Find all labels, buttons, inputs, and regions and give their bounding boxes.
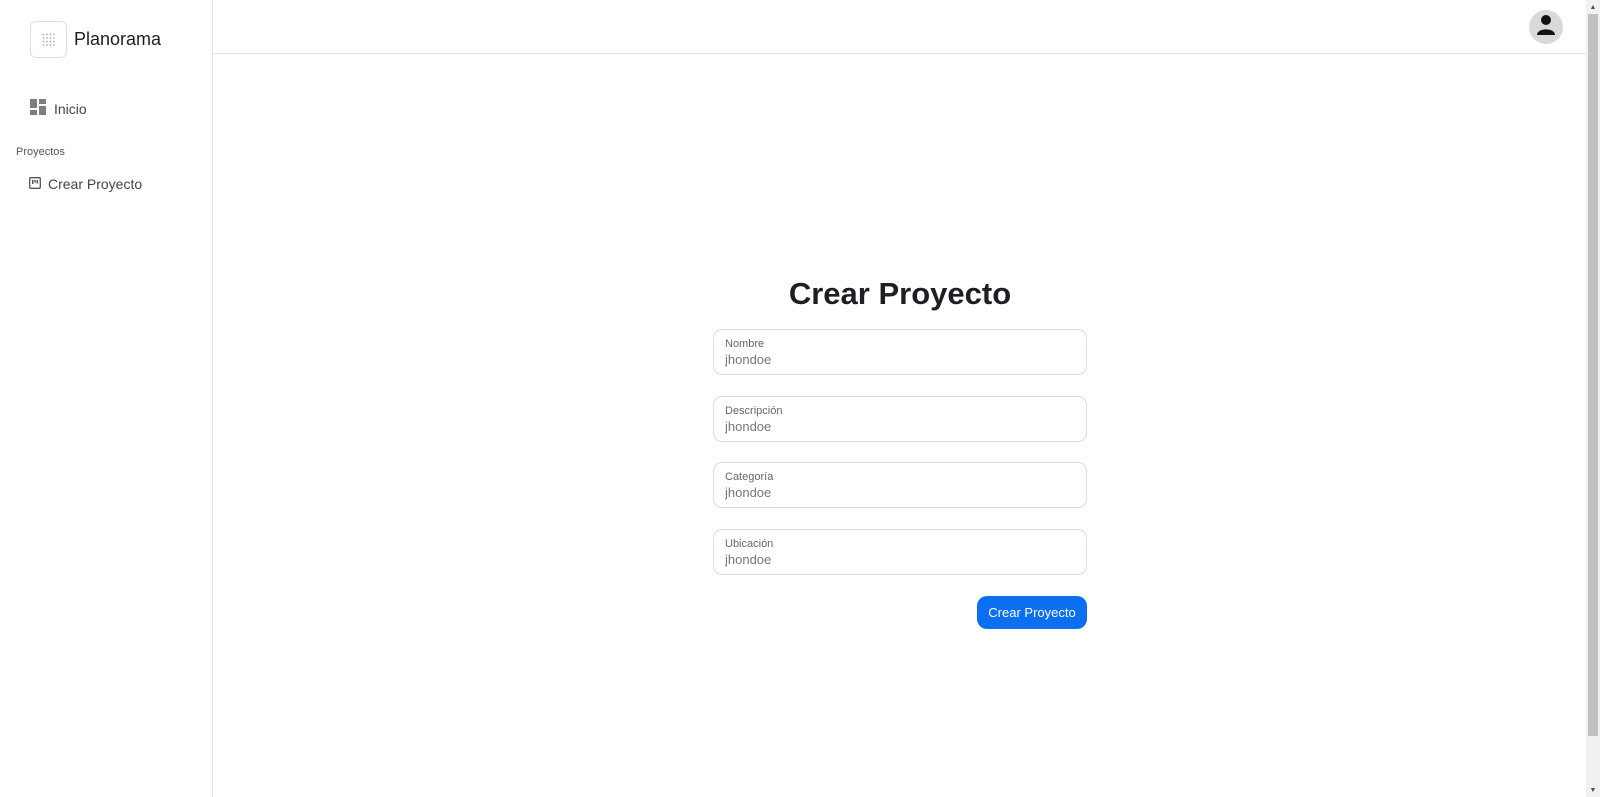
ubicacion-field[interactable]: Ubicación	[713, 529, 1087, 575]
top-bar	[213, 0, 1586, 54]
sidebar-item-crear-proyecto[interactable]: Crear Proyecto	[29, 176, 142, 192]
user-avatar[interactable]	[1529, 10, 1563, 44]
field-label: Ubicación	[725, 538, 774, 550]
field-label: Nombre	[725, 338, 765, 350]
categoria-field[interactable]: Categoría	[713, 462, 1087, 508]
field-label: Descripción	[725, 405, 783, 417]
sidebar: Planorama Inicio Proyectos Crear Proyect…	[0, 0, 213, 797]
page-scrollbar[interactable]: ▲ ▼	[1586, 0, 1600, 797]
descripcion-field[interactable]: Descripción	[713, 396, 1087, 442]
scrollbar-thumb[interactable]	[1588, 14, 1598, 736]
dashboard-icon	[30, 99, 46, 118]
scroll-down-arrow-icon[interactable]: ▼	[1586, 783, 1600, 797]
page-title: Crear Proyecto	[788, 276, 1012, 311]
sidebar-section-proyectos: Proyectos	[16, 146, 65, 158]
ubicacion-input[interactable]	[725, 552, 1075, 567]
brand[interactable]: Planorama	[30, 21, 161, 58]
nombre-field[interactable]: Nombre	[713, 329, 1087, 375]
categoria-input[interactable]	[725, 485, 1075, 500]
nombre-input[interactable]	[725, 352, 1075, 367]
crear-proyecto-button[interactable]: Crear Proyecto	[977, 596, 1087, 629]
sidebar-item-label: Inicio	[54, 100, 87, 117]
user-icon	[1536, 14, 1556, 41]
app-name: Planorama	[74, 29, 162, 49]
sidebar-item-inicio[interactable]: Inicio	[30, 99, 87, 118]
field-label: Categoría	[725, 471, 774, 483]
board-icon	[29, 176, 41, 192]
descripcion-input[interactable]	[725, 419, 1075, 434]
scroll-up-arrow-icon[interactable]: ▲	[1586, 0, 1600, 14]
app-logo-icon	[30, 21, 67, 58]
sidebar-item-label: Crear Proyecto	[48, 176, 143, 192]
